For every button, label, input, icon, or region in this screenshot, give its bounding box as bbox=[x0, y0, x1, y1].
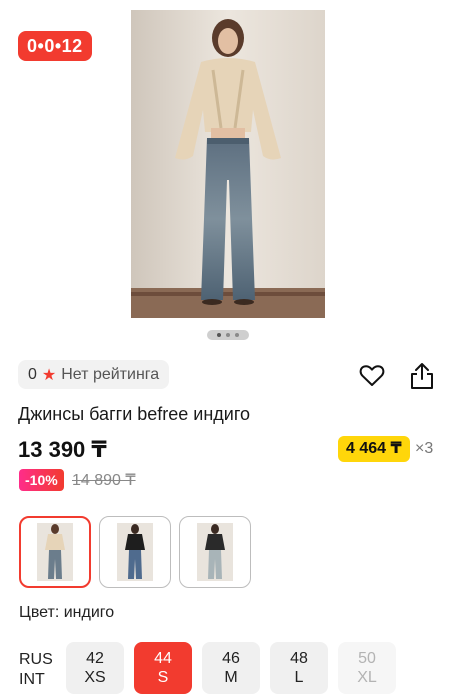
color-option-photo bbox=[197, 523, 233, 581]
size-rus: 48 bbox=[290, 650, 308, 667]
size-system-int: INT bbox=[19, 671, 45, 688]
size-option-46[interactable]: 46 M bbox=[202, 642, 260, 694]
rating-label: Нет рейтинга bbox=[61, 365, 160, 383]
gallery-dot[interactable] bbox=[217, 333, 221, 337]
product-gallery[interactable]: 0•0•12 bbox=[0, 0, 456, 350]
product-photo[interactable] bbox=[131, 10, 325, 318]
rating-count: 0 bbox=[28, 365, 37, 383]
color-option-photo bbox=[117, 523, 153, 581]
size-option-44[interactable]: 44 S bbox=[134, 642, 192, 694]
size-system-rus: RUS bbox=[19, 651, 53, 668]
color-option-photo bbox=[37, 523, 73, 581]
size-option-50[interactable]: 50 XL bbox=[338, 642, 396, 694]
size-int: XL bbox=[357, 669, 377, 686]
heart-icon bbox=[359, 365, 385, 386]
gallery-dot[interactable] bbox=[226, 333, 230, 337]
share-button[interactable] bbox=[407, 362, 437, 390]
size-system-label: RUS INT bbox=[19, 650, 53, 690]
installment-price-badge[interactable]: 4 464 ₸ bbox=[338, 436, 410, 462]
old-price: 14 890 ₸ bbox=[72, 472, 136, 489]
rating-summary[interactable]: 0 ★ Нет рейтинга bbox=[18, 360, 170, 389]
size-rus: 44 bbox=[154, 650, 172, 667]
product-price: 13 390 ₸ bbox=[18, 437, 107, 462]
size-int: L bbox=[294, 669, 304, 686]
size-rus: 50 bbox=[358, 650, 376, 667]
discount-badge: -10% bbox=[19, 469, 64, 491]
model-photo-illustration bbox=[131, 10, 325, 318]
color-option-thumbnail[interactable] bbox=[19, 516, 91, 588]
installment-multiplier: ×3 bbox=[415, 440, 434, 457]
size-rus: 46 bbox=[222, 650, 240, 667]
color-option-thumbnail[interactable] bbox=[99, 516, 171, 588]
favorite-button[interactable] bbox=[357, 362, 387, 390]
selected-color-label: Цвет: индиго bbox=[19, 604, 115, 621]
size-int: XS bbox=[84, 669, 106, 686]
size-int: S bbox=[157, 669, 169, 686]
size-rus: 42 bbox=[86, 650, 104, 667]
gallery-pagination[interactable] bbox=[207, 330, 249, 340]
size-option-42[interactable]: 42 XS bbox=[66, 642, 124, 694]
product-title: Джинсы багги befree индиго bbox=[18, 404, 251, 424]
size-int: M bbox=[224, 669, 238, 686]
color-option-thumbnail[interactable] bbox=[179, 516, 251, 588]
share-icon bbox=[411, 363, 433, 389]
size-option-48[interactable]: 48 L bbox=[270, 642, 328, 694]
promo-timer-badge: 0•0•12 bbox=[18, 31, 92, 61]
star-icon: ★ bbox=[41, 366, 57, 384]
gallery-dot[interactable] bbox=[235, 333, 239, 337]
